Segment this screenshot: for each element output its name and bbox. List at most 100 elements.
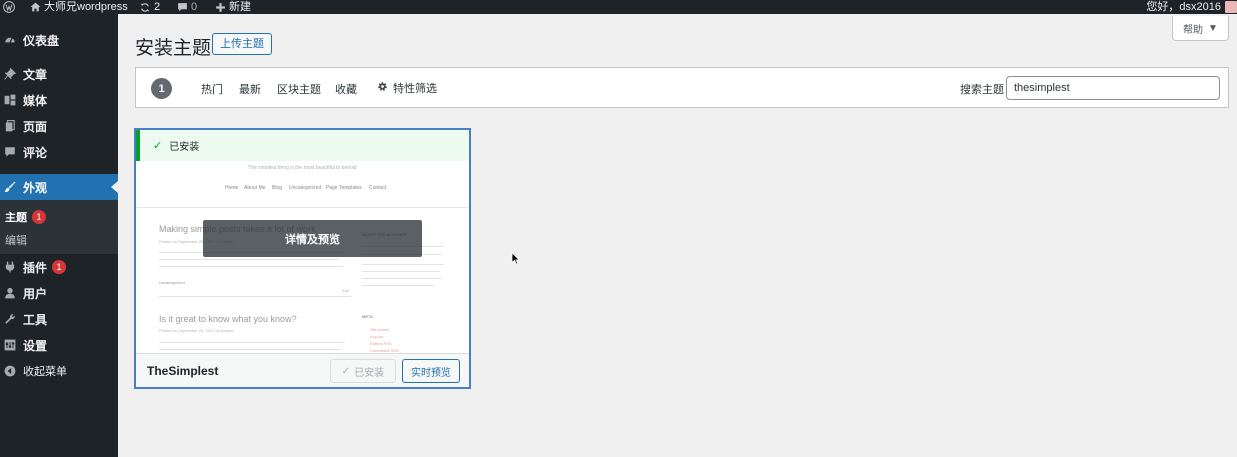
live-preview-button[interactable]: 实时预览 (402, 359, 460, 383)
filter-block-themes[interactable]: 区块主题 (277, 81, 321, 97)
gear-icon (377, 81, 388, 95)
details-preview-button[interactable]: 详情及预览 (203, 220, 422, 257)
mouse-cursor-icon (511, 252, 520, 268)
menu-appearance[interactable]: 外观 (0, 174, 118, 200)
admin-sidebar: 仪表盘 文章 媒体 页面 评论 外观 插件 1 用户 工具 设置 收起菜单 主题… (0, 14, 118, 457)
installed-notice: ✓ 已安装 (136, 130, 469, 161)
menu-label: 仪表盘 (23, 33, 60, 48)
screenshot-post-meta: Posted on September 24, 2017 by tsimple (159, 328, 234, 333)
page-icon (4, 120, 16, 132)
screenshot-nav-item: Uncategorized (289, 185, 322, 191)
comments-count: 0 (191, 0, 198, 13)
submenu-themes[interactable]: 主题 1 (5, 209, 46, 225)
site-name: 大师兄wordpress (44, 0, 128, 13)
media-icon (4, 94, 16, 106)
theme-filter-bar: 1 热门 最新 区块主题 收藏 特性筛选 搜索主题 (135, 67, 1229, 108)
menu-label: 外观 (23, 180, 48, 195)
menu-media[interactable]: 媒体 (0, 87, 118, 113)
wordpress-logo-icon[interactable] (3, 0, 15, 14)
menu-pages[interactable]: 页面 (0, 113, 118, 139)
screenshot-nav-item: Page Templates (326, 185, 362, 191)
admin-bar: 大师兄wordpress 2 0 新建 您好，dsx2016 (0, 0, 1237, 14)
updates-count: 2 (154, 0, 161, 13)
filter-popular[interactable]: 热门 (201, 81, 223, 97)
screenshot-nav-item: About Me (244, 185, 266, 191)
plugin-icon (4, 261, 16, 273)
screenshot-text-line (159, 266, 343, 267)
appearance-submenu: 主题 1 编辑 (0, 200, 118, 254)
comment-bubble-icon (177, 2, 188, 12)
theme-count: 1 (151, 78, 172, 99)
plus-icon (215, 2, 226, 13)
menu-label: 收起菜单 (23, 366, 67, 378)
theme-card[interactable]: The simplest thing is the most beautiful… (134, 128, 471, 389)
menu-plugins[interactable]: 插件 1 (0, 254, 118, 280)
feature-filter-button[interactable]: 特性筛选 (377, 80, 437, 96)
screenshot-divider (159, 296, 351, 297)
screenshot-divider (136, 207, 469, 208)
screenshot-meta-link: Log out (370, 334, 384, 339)
new-content-link[interactable]: 新建 (215, 0, 251, 14)
theme-screenshot[interactable]: The simplest thing is the most beautiful… (136, 130, 469, 353)
screenshot-nav-item: Contact (369, 185, 387, 191)
screenshot-text-line (362, 264, 444, 265)
menu-users[interactable]: 用户 (0, 280, 118, 306)
checkmark-icon: ✓ (341, 365, 351, 377)
upload-theme-button[interactable]: 上传主题 (212, 33, 272, 55)
submenu-editor[interactable]: 编辑 (5, 232, 27, 248)
dashboard-icon (4, 34, 16, 46)
menu-label: 工具 (23, 312, 48, 327)
help-button[interactable]: 帮助 ▼ (1172, 16, 1229, 41)
menu-collapse[interactable]: 收起菜单 (0, 358, 118, 384)
caret-down-icon: ▼ (1208, 22, 1218, 34)
screenshot-text-line (159, 259, 339, 260)
greeting: 您好，dsx2016 (1146, 0, 1221, 13)
screenshot-meta-link: Entries RSS (370, 341, 392, 346)
checkmark-icon: ✓ (153, 140, 163, 152)
theme-name: TheSimplest (147, 364, 219, 378)
screenshot-post-edit: Edit (342, 288, 349, 293)
screenshot-nav-item: Home (225, 185, 239, 191)
search-themes-input[interactable] (1006, 76, 1220, 100)
filter-latest[interactable]: 最新 (239, 81, 261, 97)
site-name-link[interactable]: 大师兄wordpress (30, 0, 128, 14)
search-label: 搜索主题 (960, 84, 1004, 96)
submenu-label: 主题 (5, 212, 27, 224)
screenshot-text-line (159, 342, 345, 343)
wrench-icon (4, 313, 16, 325)
menu-posts[interactable]: 文章 (0, 61, 118, 87)
menu-label: 文章 (23, 67, 48, 82)
help-label: 帮助 (1183, 24, 1204, 36)
installed-notice-text: 已安装 (169, 142, 200, 153)
menu-label: 插件 (23, 260, 48, 275)
screenshot-meta-link: Site Admin (370, 327, 390, 332)
screenshot-post-title: Is it great to know what you know? (159, 314, 297, 324)
screenshot-text-line (362, 285, 434, 286)
brush-icon (4, 181, 16, 193)
screenshot-text-line (159, 349, 341, 350)
plugins-update-badge: 1 (52, 260, 67, 274)
filter-favorites[interactable]: 收藏 (335, 81, 357, 97)
menu-settings[interactable]: 设置 (0, 332, 118, 358)
collapse-icon (4, 365, 16, 377)
menu-tools[interactable]: 工具 (0, 306, 118, 332)
menu-label: 页面 (23, 119, 48, 134)
menu-comments[interactable]: 评论 (0, 139, 118, 165)
comment-icon (4, 146, 16, 158)
screenshot-sidebar-heading: META (362, 314, 374, 319)
my-account-link[interactable]: 您好，dsx2016 (1146, 0, 1221, 14)
avatar[interactable] (1225, 0, 1237, 14)
screenshot-post-category: Uncategorized (159, 280, 185, 285)
updates-link[interactable]: 2 (139, 0, 160, 14)
settings-icon (4, 339, 16, 351)
installed-button-label: 已安装 (354, 367, 385, 379)
refresh-icon (139, 2, 151, 13)
screenshot-tagline: The simplest thing is the most beautiful… (248, 165, 357, 171)
comments-link[interactable]: 0 (177, 0, 197, 14)
menu-dashboard[interactable]: 仪表盘 (0, 27, 118, 53)
page-title: 安装主题 (135, 38, 212, 59)
screenshot-text-line (362, 278, 442, 279)
themes-update-badge: 1 (32, 210, 46, 224)
menu-label: 用户 (23, 286, 48, 301)
menu-label: 评论 (23, 145, 48, 160)
